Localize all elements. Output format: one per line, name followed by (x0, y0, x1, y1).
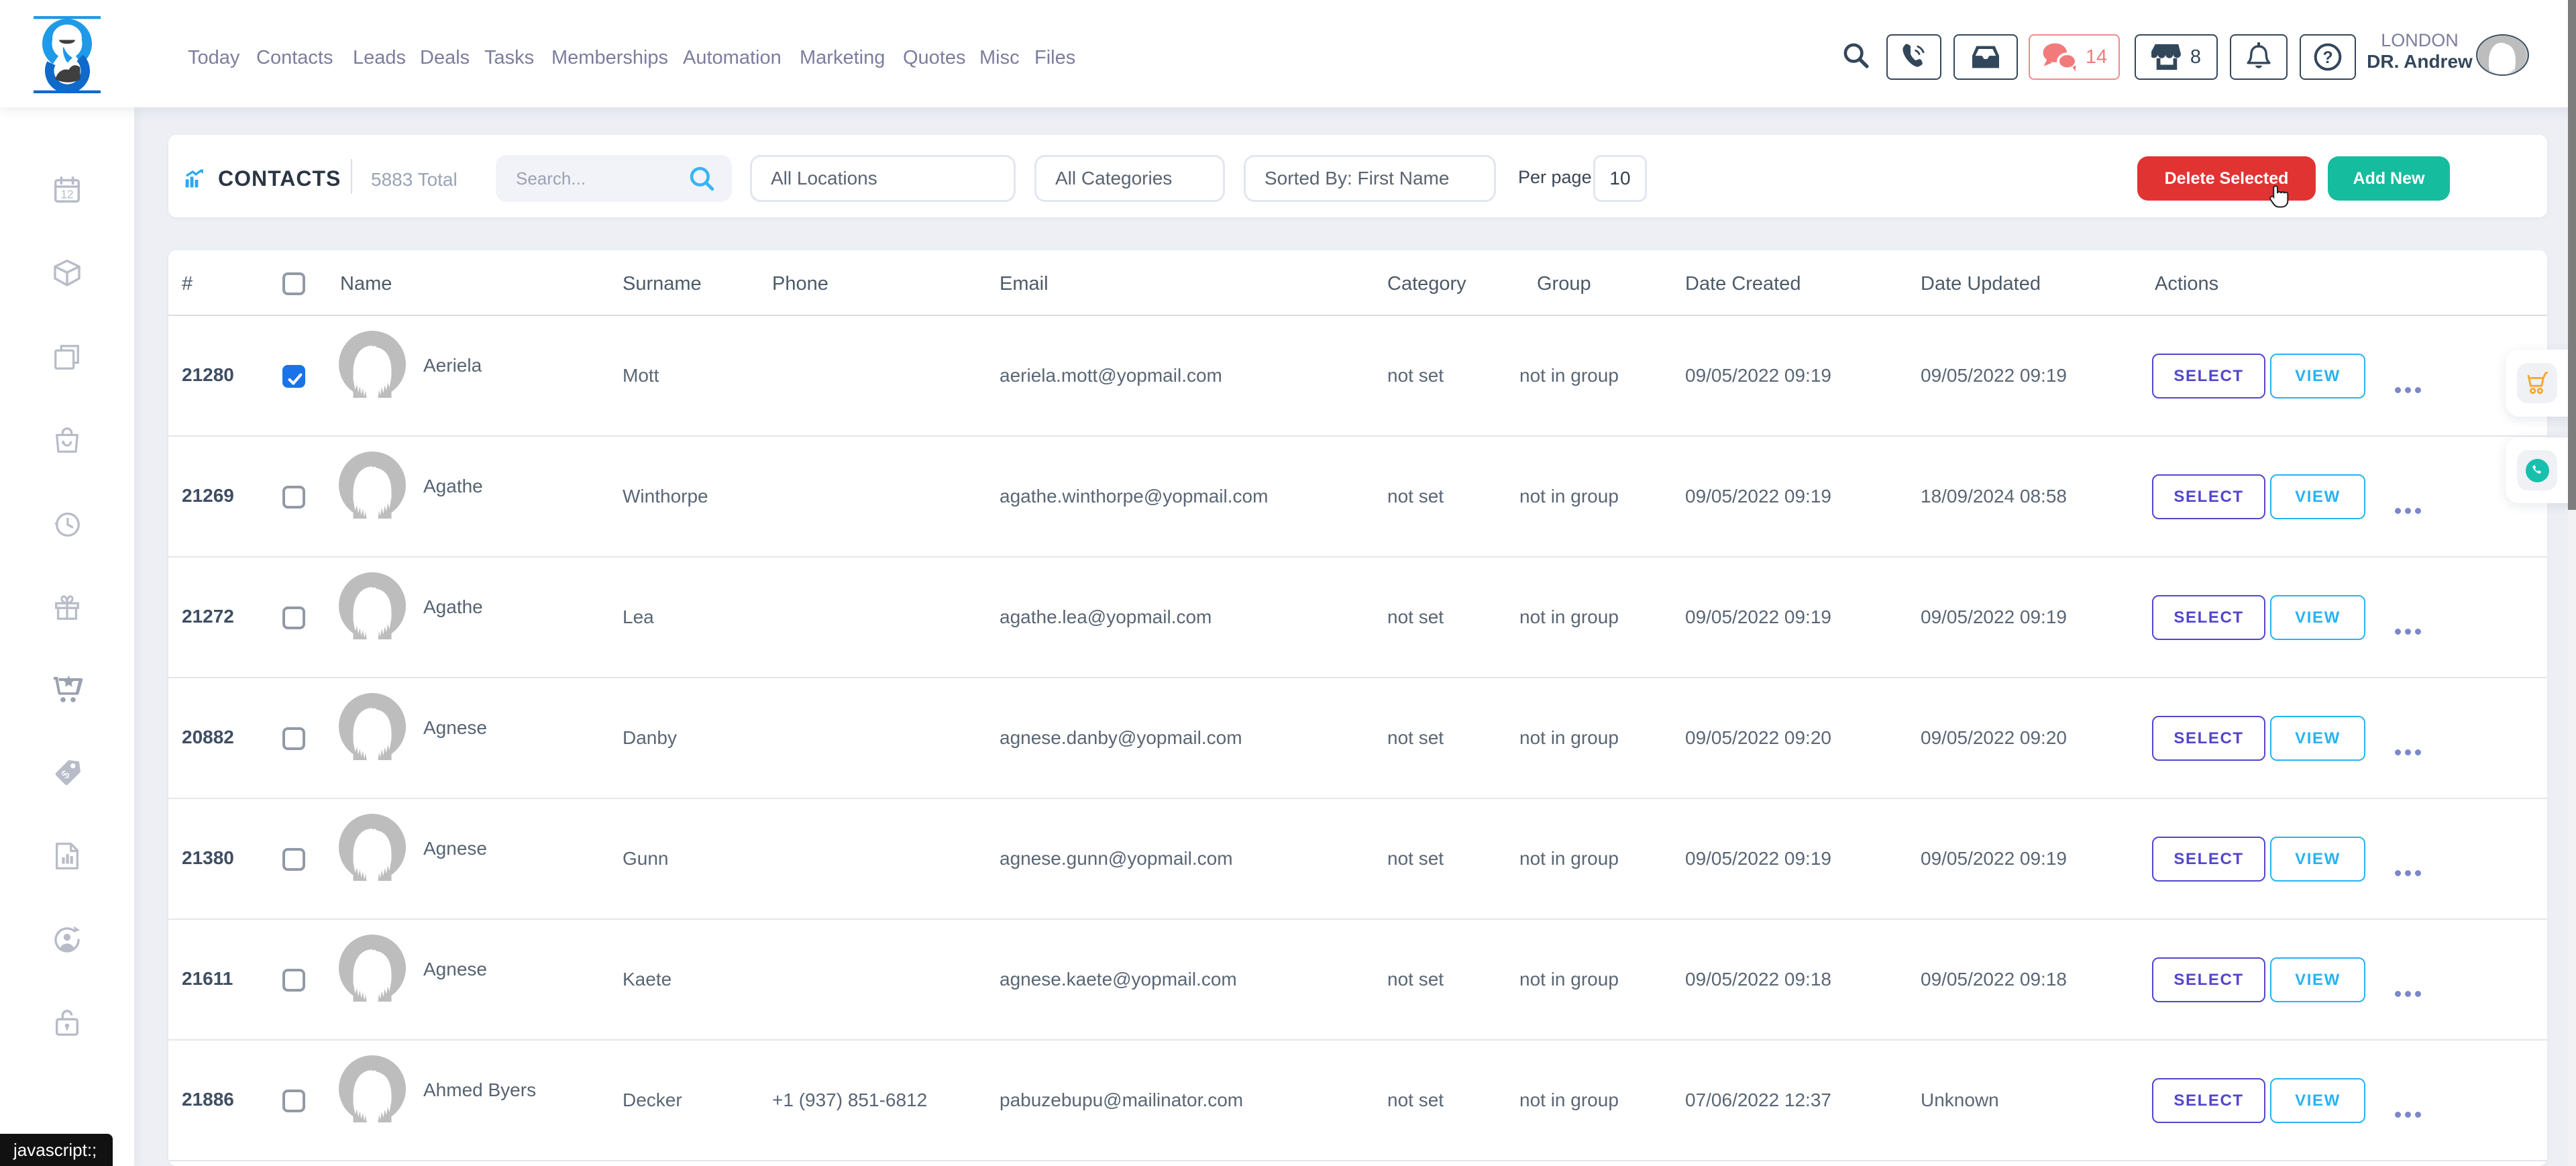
svg-text:?: ? (2322, 49, 2332, 67)
svg-text:12: 12 (60, 187, 73, 201)
